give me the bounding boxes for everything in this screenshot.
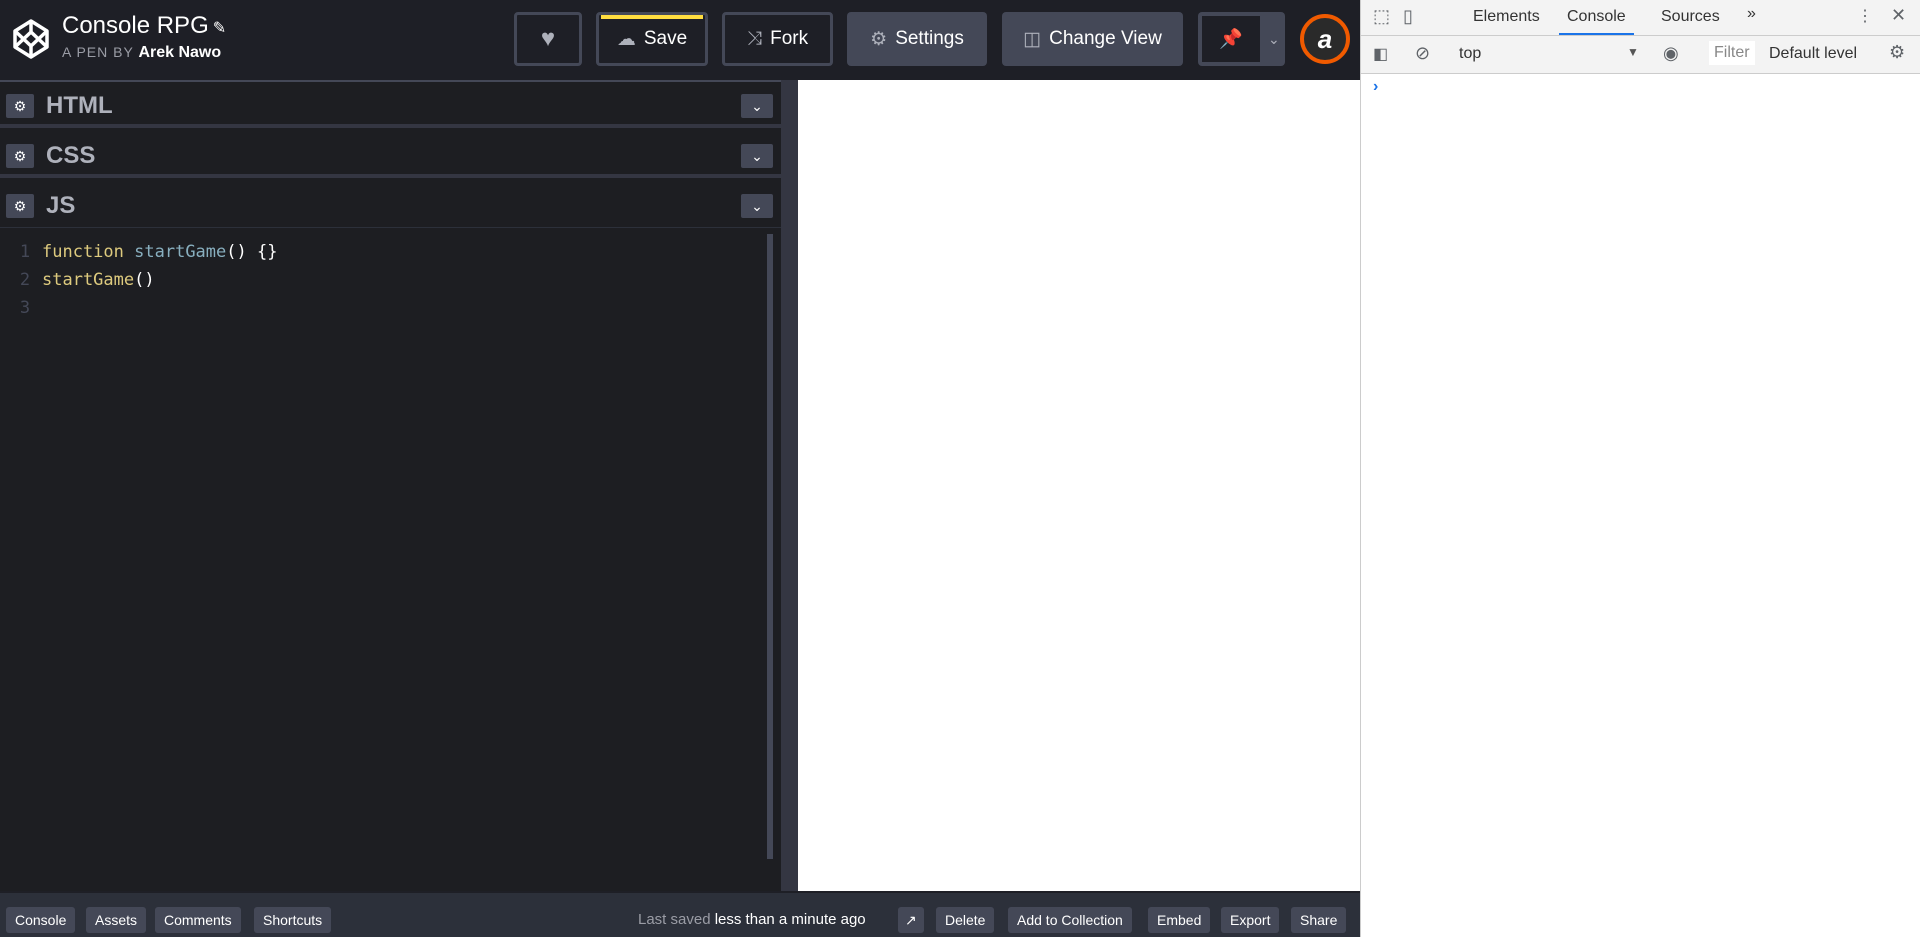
log-level-select[interactable]: Default level <box>1769 45 1857 63</box>
panel-title: HTML <box>46 92 113 119</box>
tab-sources[interactable]: Sources <box>1661 8 1720 26</box>
devtools-panel: ⬚ ▯ Elements Console Sources » ⋮ ✕ ◧ ⊘ t… <box>1360 0 1920 937</box>
change-view-button[interactable]: ◫ Change View <box>1002 12 1183 66</box>
console-settings-gear-icon[interactable]: ⚙ <box>1889 42 1905 63</box>
inspect-element-icon[interactable]: ⬚ <box>1373 6 1390 27</box>
eye-box-icon: ◫ <box>1023 28 1042 50</box>
css-settings-gear-icon[interactable]: ⚙ <box>6 144 34 168</box>
embed-button[interactable]: Embed <box>1148 907 1211 933</box>
pencil-icon[interactable]: ✎ <box>213 20 226 37</box>
preview-iframe[interactable] <box>798 80 1360 891</box>
code-keyword: function <box>42 242 124 262</box>
line-number: 3 <box>19 298 31 318</box>
eye-icon[interactable]: ◉ <box>1663 43 1679 64</box>
clear-console-icon[interactable]: ⊘ <box>1415 43 1430 64</box>
code-function: startGame <box>134 242 227 262</box>
html-panel-header: ⚙ HTML ⌄ <box>0 82 781 128</box>
close-icon[interactable]: ✕ <box>1891 5 1906 26</box>
author-link[interactable]: Arek Nawo <box>138 44 221 61</box>
pin-button[interactable]: 📌 ⌄ <box>1198 12 1285 66</box>
line-number: 2 <box>19 270 31 290</box>
context-dropdown-icon[interactable]: ▼ <box>1627 45 1639 59</box>
delete-button[interactable]: Delete <box>936 907 995 933</box>
html-settings-gear-icon[interactable]: ⚙ <box>6 94 34 118</box>
fork-icon: ⤨ <box>746 28 763 49</box>
saved-prefix: Last saved <box>638 911 711 928</box>
context-select[interactable]: top <box>1459 45 1481 63</box>
css-chevron-down-icon[interactable]: ⌄ <box>741 144 773 168</box>
tab-elements[interactable]: Elements <box>1473 8 1540 26</box>
pen-title[interactable]: Console RPG ✎ <box>62 12 226 40</box>
code-call: startGame <box>42 270 135 290</box>
devtools-tabbar: ⬚ ▯ Elements Console Sources » ⋮ ✕ <box>1361 0 1920 36</box>
panel-title: JS <box>46 192 76 219</box>
heart-icon: ♥ <box>540 25 556 52</box>
html-chevron-down-icon[interactable]: ⌄ <box>741 94 773 118</box>
fork-button[interactable]: ⤨ Fork <box>722 12 833 66</box>
add-to-collection-button[interactable]: Add to Collection <box>1008 907 1132 933</box>
change-view-label: Change View <box>1049 28 1162 49</box>
code-line: 3 <box>0 294 781 322</box>
console-button[interactable]: Console <box>6 907 76 933</box>
line-number: 1 <box>19 242 31 262</box>
settings-button[interactable]: ⚙ Settings <box>847 12 987 66</box>
device-toolbar-icon[interactable]: ▯ <box>1403 6 1413 27</box>
export-button[interactable]: Export <box>1221 907 1280 933</box>
settings-label: Settings <box>895 28 964 49</box>
pin-icon: 📌 <box>1202 16 1260 62</box>
console-prompt[interactable]: › <box>1373 78 1378 96</box>
console-toolbar: ◧ ⊘ top ▼ ◉ Filter Default level ⚙ <box>1361 36 1920 74</box>
save-label: Save <box>643 28 688 49</box>
css-panel-header: ⚙ CSS ⌄ <box>0 132 781 178</box>
shortcuts-button[interactable]: Shortcuts <box>254 907 332 933</box>
last-saved-status: Last saved less than a minute ago <box>638 907 866 933</box>
codepen-logo-icon[interactable] <box>12 18 50 60</box>
gear-icon: ⚙ <box>870 28 888 50</box>
pen-title-text: Console RPG <box>62 12 209 39</box>
code-line: 2 startGame() <box>0 266 781 294</box>
share-button[interactable]: Share <box>1291 907 1347 933</box>
more-tabs-icon[interactable]: » <box>1747 5 1756 23</box>
love-button[interactable]: ♥ <box>514 12 582 66</box>
cloud-icon: ☁ <box>616 28 636 50</box>
js-panel-header: ⚙ JS ⌄ <box>0 182 781 228</box>
code-punct: () <box>134 270 155 290</box>
panel-title: CSS <box>46 142 96 169</box>
code-line: 1 function startGame() {} <box>0 238 781 266</box>
comments-button[interactable]: Comments <box>155 907 241 933</box>
chevron-down-icon[interactable]: ⌄ <box>1268 31 1280 48</box>
sidebar-toggle-icon[interactable]: ◧ <box>1373 44 1388 64</box>
avatar-letter: a <box>1317 23 1333 54</box>
editor-pane: ⚙ HTML ⌄ ⚙ CSS ⌄ ⚙ JS ⌄ 1 function startGame() … <box>0 80 781 891</box>
tab-console[interactable]: Console <box>1559 8 1634 35</box>
js-code-editor[interactable]: 1 function startGame() {} 2 startGame() 3 <box>0 228 781 891</box>
filter-input[interactable]: Filter <box>1709 41 1755 65</box>
byline-prefix: A PEN BY <box>62 44 134 60</box>
code-punct: () {} <box>226 242 278 262</box>
js-chevron-down-icon[interactable]: ⌄ <box>741 194 773 218</box>
byline: A PEN BY Arek Nawo <box>62 44 221 62</box>
saved-time: less than a minute ago <box>714 911 866 928</box>
editor-scrollbar[interactable] <box>767 234 773 859</box>
assets-button[interactable]: Assets <box>86 907 147 933</box>
top-bar: Console RPG ✎ A PEN BY Arek Nawo ♥ ☁ Save … <box>0 0 1360 80</box>
external-link-icon[interactable]: ↗ <box>898 907 924 933</box>
js-settings-gear-icon[interactable]: ⚙ <box>6 194 34 218</box>
fork-label: Fork <box>770 28 809 49</box>
kebab-menu-icon[interactable]: ⋮ <box>1857 6 1873 26</box>
user-avatar[interactable]: a <box>1300 14 1350 64</box>
bottom-bar: Console Assets Comments Shortcuts Last s… <box>0 891 1360 937</box>
resize-handle[interactable] <box>781 80 798 891</box>
unsaved-indicator <box>601 15 703 19</box>
save-button[interactable]: ☁ Save <box>596 12 708 66</box>
